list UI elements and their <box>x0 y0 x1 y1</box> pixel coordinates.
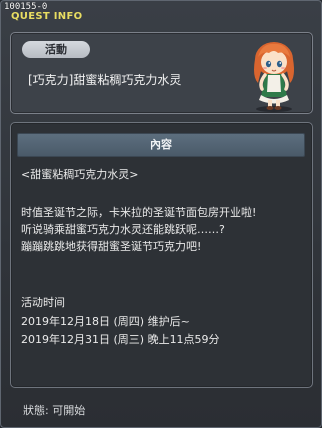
quest-content-panel: 內容 <box>10 122 313 388</box>
quest-status: 狀態: 可開始 <box>23 404 86 417</box>
category-badge: 活動 <box>22 41 90 58</box>
content-line: 2019年12月31日 (周三) 晚上11点59分 <box>21 333 220 346</box>
content-line: 2019年12月18日 (周四) 维护后~ <box>21 315 190 328</box>
content-line: <甜蜜粘稠巧克力水灵> <box>21 168 139 181</box>
npc-portrait <box>254 42 294 112</box>
content-line: 蹦蹦跳跳地获得甜蜜圣诞节巧克力吧! <box>21 240 202 253</box>
quest-header-panel: 活動 [巧克力]甜蜜粘稠巧克力水灵 <box>10 32 313 114</box>
content-line: 听说骑乘甜蜜巧克力水灵还能跳跃呢……? <box>21 223 225 236</box>
content-line: 时值圣诞节之际，卡米拉的圣诞节面包房开业啦! <box>21 206 257 219</box>
window-title: QUEST INFO <box>11 11 83 22</box>
quest-info-window: 100155-0 QUEST INFO 活動 [巧克力]甜蜜粘稠巧克力水灵 內容… <box>0 0 322 428</box>
content-line: 活动时间 <box>21 296 65 309</box>
content-section-header: 內容 <box>17 133 305 157</box>
quest-title: [巧克力]甜蜜粘稠巧克力水灵 <box>28 73 182 87</box>
